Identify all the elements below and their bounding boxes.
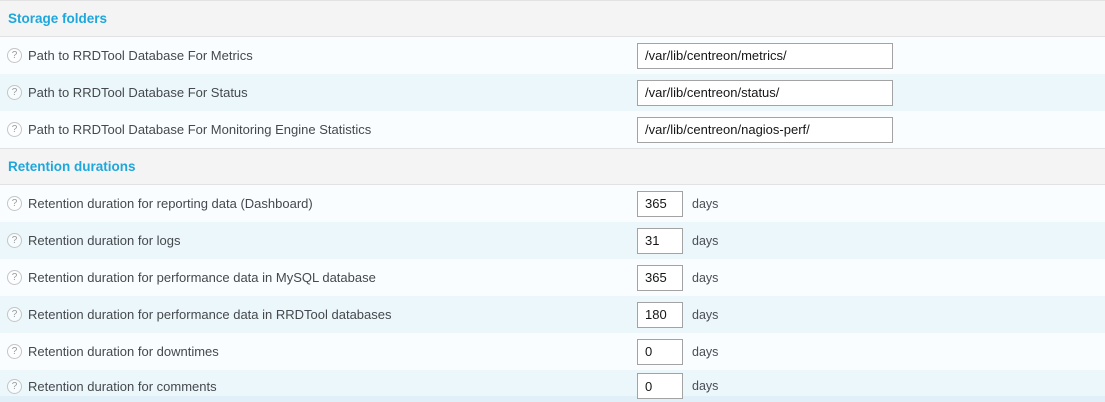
rrdtool-path-input[interactable] bbox=[637, 43, 893, 69]
setting-input-cell: days bbox=[637, 191, 718, 217]
setting-label: Retention duration for downtimes bbox=[28, 344, 219, 359]
setting-label: Path to RRDTool Database For Status bbox=[28, 85, 248, 100]
setting-input-cell: days bbox=[637, 339, 718, 365]
setting-input-cell: days bbox=[637, 373, 718, 399]
help-question-icon[interactable]: ? bbox=[7, 379, 22, 394]
setting-row: ? Retention duration for performance data… bbox=[0, 296, 1105, 333]
settings-table: Storage folders? Path to RRDTool Database… bbox=[0, 0, 1105, 402]
setting-row: ? Retention duration for reporting data (… bbox=[0, 185, 1105, 222]
retention-days-input[interactable] bbox=[637, 373, 683, 399]
setting-label: Retention duration for performance data … bbox=[28, 270, 376, 285]
setting-input-cell bbox=[637, 80, 893, 106]
section-title: Storage folders bbox=[8, 11, 107, 26]
setting-row: ? Retention duration for comments days bbox=[0, 370, 1105, 402]
setting-row: ? Path to RRDTool Database For Metrics bbox=[0, 37, 1105, 74]
rrdtool-path-input[interactable] bbox=[637, 80, 893, 106]
setting-row: ? Retention duration for logs days bbox=[0, 222, 1105, 259]
help-question-icon[interactable]: ? bbox=[7, 48, 22, 63]
setting-label-cell: ? Retention duration for logs bbox=[0, 233, 637, 248]
days-suffix-label: days bbox=[692, 308, 718, 322]
retention-days-input[interactable] bbox=[637, 265, 683, 291]
help-question-icon[interactable]: ? bbox=[7, 122, 22, 137]
setting-label-cell: ? Retention duration for comments bbox=[0, 379, 637, 394]
help-question-icon[interactable]: ? bbox=[7, 196, 22, 211]
setting-label: Path to RRDTool Database For Metrics bbox=[28, 48, 253, 63]
setting-input-cell bbox=[637, 117, 893, 143]
help-question-icon[interactable]: ? bbox=[7, 270, 22, 285]
retention-days-input[interactable] bbox=[637, 191, 683, 217]
help-question-icon[interactable]: ? bbox=[7, 85, 22, 100]
days-suffix-label: days bbox=[692, 234, 718, 248]
setting-label-cell: ? Retention duration for performance data… bbox=[0, 307, 637, 322]
setting-row: ? Retention duration for performance data… bbox=[0, 259, 1105, 296]
setting-label: Retention duration for reporting data (D… bbox=[28, 196, 313, 211]
days-suffix-label: days bbox=[692, 197, 718, 211]
setting-input-cell bbox=[637, 43, 893, 69]
section-header: Retention durations bbox=[0, 148, 1105, 185]
retention-days-input[interactable] bbox=[637, 228, 683, 254]
setting-label-cell: ? Path to RRDTool Database For Monitoring… bbox=[0, 122, 637, 137]
help-question-icon[interactable]: ? bbox=[7, 344, 22, 359]
storage-settings-page: Storage folders? Path to RRDTool Database… bbox=[0, 0, 1105, 402]
setting-input-cell: days bbox=[637, 302, 718, 328]
setting-input-cell: days bbox=[637, 228, 718, 254]
setting-row: ? Path to RRDTool Database For Status bbox=[0, 74, 1105, 111]
setting-label: Retention duration for logs bbox=[28, 233, 180, 248]
setting-row: ? Path to RRDTool Database For Monitoring… bbox=[0, 111, 1105, 148]
days-suffix-label: days bbox=[692, 345, 718, 359]
days-suffix-label: days bbox=[692, 271, 718, 285]
setting-label-cell: ? Retention duration for reporting data (… bbox=[0, 196, 637, 211]
setting-label-cell: ? Path to RRDTool Database For Status bbox=[0, 85, 637, 100]
setting-label-cell: ? Retention duration for downtimes bbox=[0, 344, 637, 359]
setting-label: Path to RRDTool Database For Monitoring … bbox=[28, 122, 371, 137]
days-suffix-label: days bbox=[692, 379, 718, 393]
setting-row: ? Retention duration for downtimes days bbox=[0, 333, 1105, 370]
retention-days-input[interactable] bbox=[637, 339, 683, 365]
setting-label-cell: ? Path to RRDTool Database For Metrics bbox=[0, 48, 637, 63]
setting-label-cell: ? Retention duration for performance data… bbox=[0, 270, 637, 285]
help-question-icon[interactable]: ? bbox=[7, 233, 22, 248]
rrdtool-path-input[interactable] bbox=[637, 117, 893, 143]
setting-input-cell: days bbox=[637, 265, 718, 291]
retention-days-input[interactable] bbox=[637, 302, 683, 328]
help-question-icon[interactable]: ? bbox=[7, 307, 22, 322]
section-header: Storage folders bbox=[0, 0, 1105, 37]
section-title: Retention durations bbox=[8, 159, 136, 174]
setting-label: Retention duration for comments bbox=[28, 379, 217, 394]
setting-label: Retention duration for performance data … bbox=[28, 307, 392, 322]
